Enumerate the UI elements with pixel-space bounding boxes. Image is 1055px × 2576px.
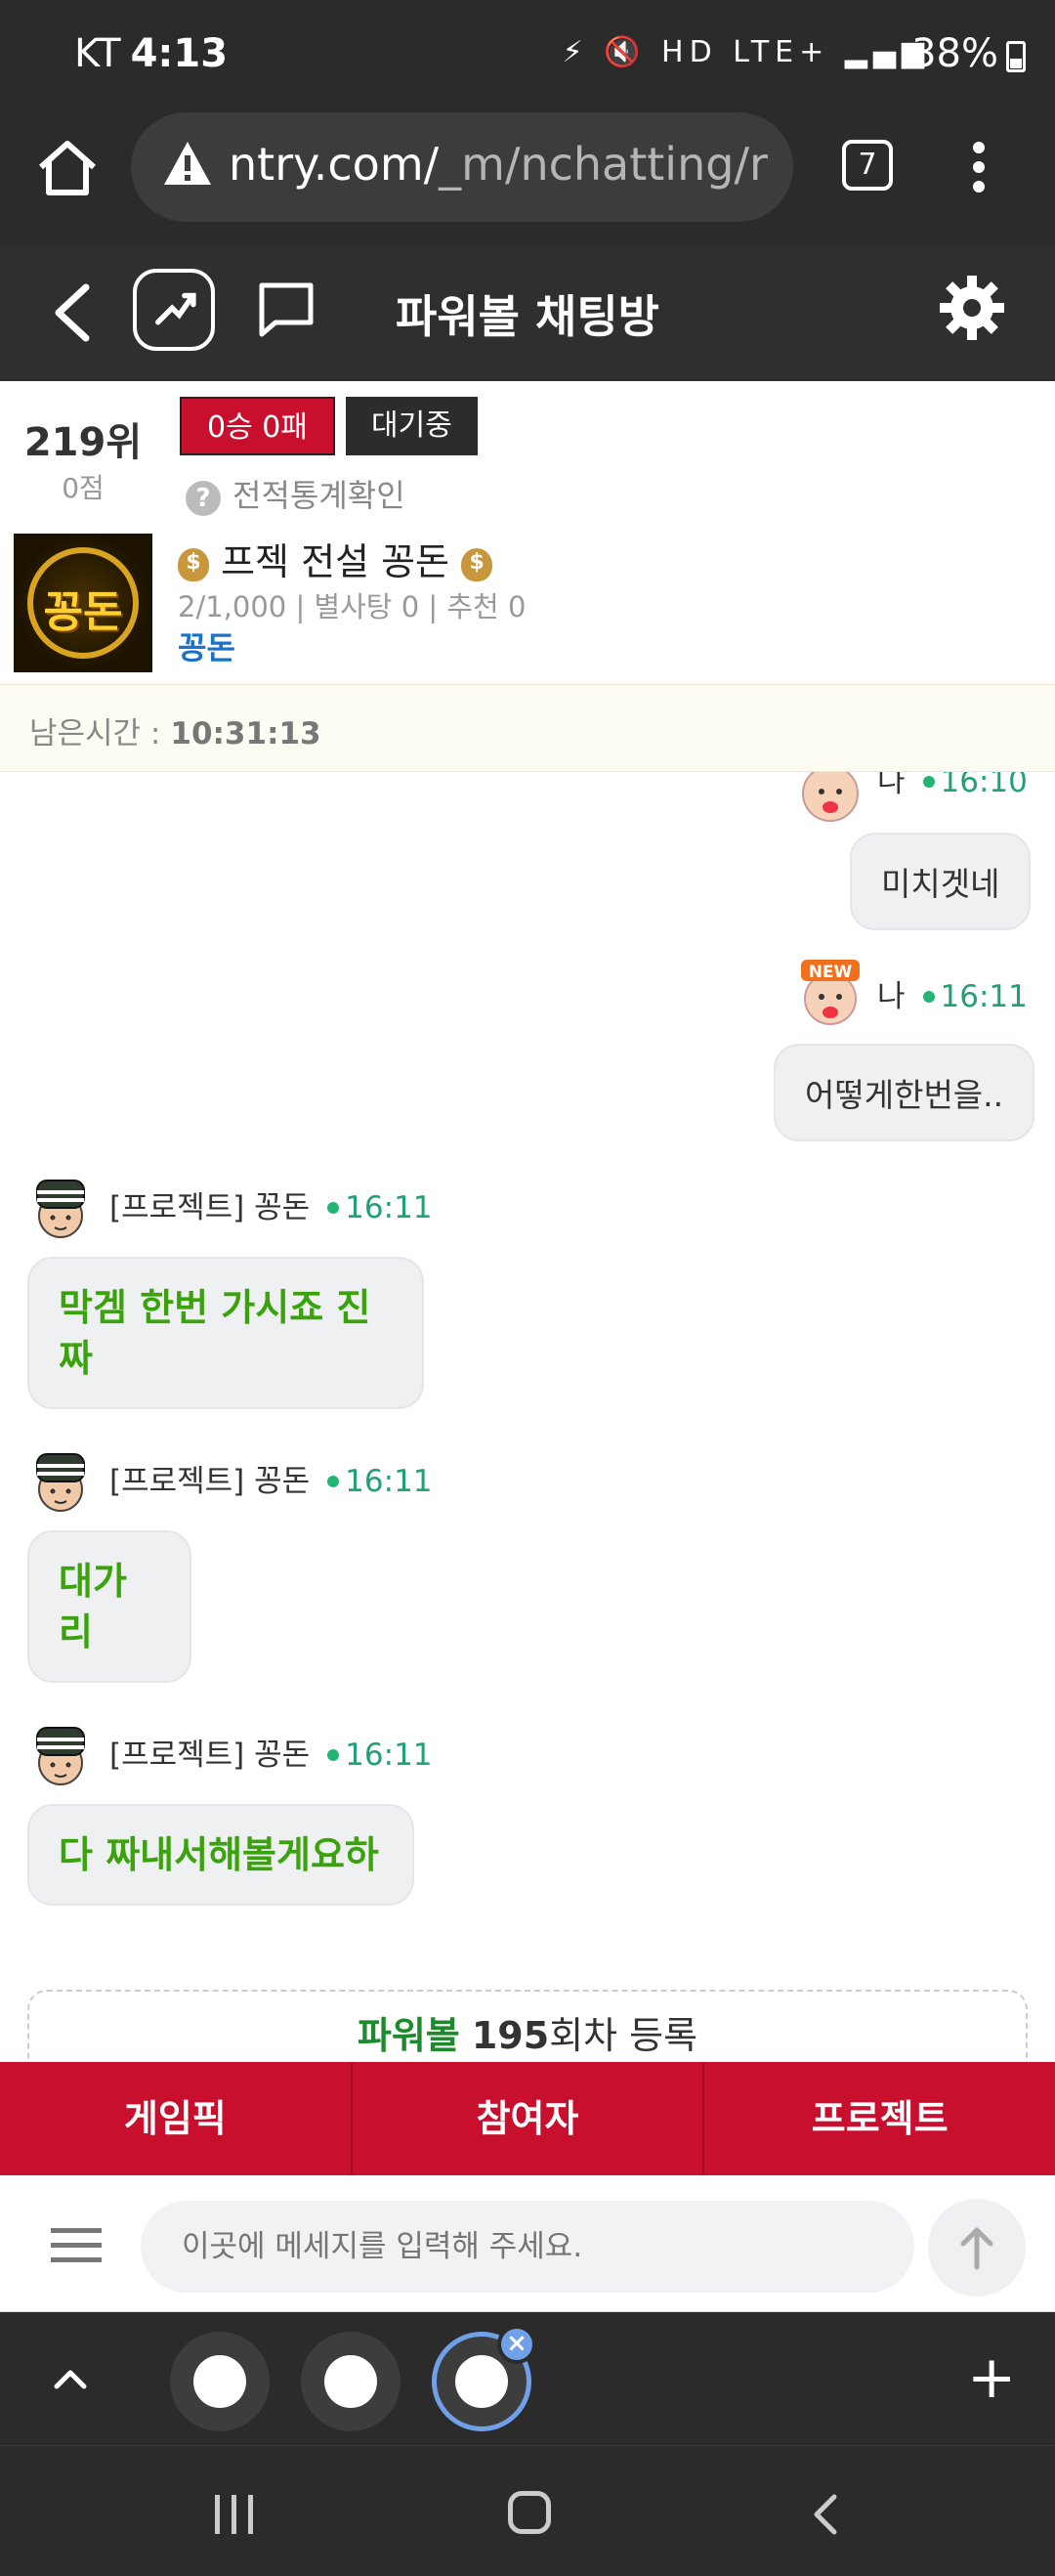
clock: 4:13 [130, 31, 229, 76]
battery-icon [1006, 41, 1026, 72]
tab-switcher-button[interactable]: 7 [842, 140, 893, 191]
chat-messages[interactable]: 나 16:10 미치겟네 NEW 나 16:11 어떻게한번을.. [프로젝트] 꽁… [0, 772, 1055, 2062]
register-round: 195 [471, 2014, 550, 2057]
help-icon: ? [186, 481, 221, 516]
money-bag-icon [178, 547, 209, 581]
message-time: 16:10 [940, 772, 1028, 799]
url-path: _m/nchatting/r [439, 138, 768, 191]
room-avatar[interactable]: 꽁돈 [14, 534, 152, 672]
timer-value: 10:31:13 [170, 716, 321, 751]
room-profile: 219위 0점 0승 0패 대기중 ? 전적통계확인 꽁돈 프젝 전설 꽁돈 2/… [0, 381, 1055, 686]
message-composer [0, 2175, 1055, 2312]
message-header: [프로젝트] 꽁돈 16:11 [109, 1456, 433, 1500]
browser-tab-thumbnail[interactable] [170, 2332, 270, 2431]
message-sender: [프로젝트] 꽁돈 [109, 1190, 311, 1225]
record-badge: 0승 0패 [180, 397, 335, 455]
home-icon[interactable] [33, 134, 102, 202]
warning-icon[interactable] [162, 140, 213, 187]
user-points: 0점 [62, 472, 105, 504]
room-meta: 2/1,000 | 별사탕 0 | 추천 0 [178, 590, 527, 623]
new-tab-plus-icon[interactable]: + [967, 2348, 1016, 2407]
register-suffix: 회차 등록 [549, 2014, 698, 2057]
message-header: 나 16:11 [877, 971, 1028, 1015]
round-register-notice: 파워볼 195회차 등록 [27, 1990, 1028, 2068]
message-bubble: 대가리 [27, 1530, 191, 1683]
browser-tab-thumbnail-active[interactable]: × [432, 2325, 536, 2431]
timer-label: 남은시간 : [29, 716, 161, 751]
avatar-text: 꽁돈 [43, 587, 123, 637]
close-tab-icon[interactable]: × [497, 2325, 536, 2364]
stats-link[interactable]: ? 전적통계확인 [186, 471, 405, 516]
chevron-up-icon[interactable] [51, 2359, 90, 2398]
room-name: 프젝 전설 꽁돈 [178, 532, 493, 585]
remaining-time-bar: 남은시간 : 10:31:13 [0, 684, 1055, 772]
message-bubble: 어떻게한번을.. [774, 1044, 1035, 1141]
message-time: 16:11 [345, 1190, 433, 1225]
message-input[interactable] [141, 2201, 914, 2293]
user-rank: 219위 [23, 420, 143, 465]
home-nav-icon[interactable] [508, 2491, 551, 2534]
message-header: 나 16:10 [877, 772, 1028, 800]
room-owner-link[interactable]: 꽁돈 [178, 623, 235, 668]
tab-project[interactable]: 프로젝트 [704, 2062, 1055, 2175]
new-user-face-icon: NEW [801, 960, 860, 1025]
message-bubble: 다 짜내서해볼게요하 [27, 1804, 414, 1906]
hamburger-menu-icon[interactable] [51, 2228, 102, 2272]
back-nav-icon[interactable] [807, 2493, 842, 2536]
browser-tab-thumbnail[interactable] [301, 2332, 401, 2431]
browser-tab-strip: × + [0, 2312, 1055, 2445]
message-time: 16:11 [940, 979, 1028, 1014]
message-time: 16:11 [345, 1738, 433, 1773]
message-time: 16:11 [345, 1464, 433, 1499]
stats-link-label: 전적통계확인 [232, 477, 405, 514]
soldier-face-icon [36, 1727, 85, 1785]
soldier-face-icon [36, 1453, 85, 1512]
url-host: ntry.com/ [229, 138, 440, 191]
user-face-icon [802, 772, 859, 822]
message-bubble: 막겜 한번 가시죠 진짜 [27, 1257, 424, 1409]
message-sender: 나 [877, 979, 906, 1014]
more-menu-icon[interactable] [965, 138, 992, 196]
gear-icon[interactable] [938, 274, 1006, 342]
register-game: 파워볼 [357, 2014, 460, 2057]
bottom-tab-bar: 게임픽 참여자 프로젝트 [0, 2062, 1055, 2175]
soldier-face-icon [36, 1180, 85, 1238]
recents-icon[interactable] [215, 2495, 265, 2538]
url-text: ntry.com/_m/nchatting/r [229, 138, 768, 191]
tab-participants[interactable]: 참여자 [353, 2062, 705, 2175]
svg-text:NEW: NEW [809, 963, 853, 982]
browser-toolbar: ntry.com/_m/nchatting/r 7 [0, 112, 1055, 244]
system-icons: ⚡ 🔇 HD LTE+ ▂▄▆ [562, 35, 930, 69]
carrier-and-clock: KT 4:13 [74, 31, 228, 76]
send-arrow-icon[interactable] [928, 2199, 1026, 2297]
message-sender: 나 [877, 772, 906, 799]
message-bubble: 미치겟네 [850, 833, 1032, 930]
system-nav-bar [0, 2445, 1055, 2576]
message-header: [프로젝트] 꽁돈 16:11 [109, 1182, 433, 1226]
battery-percent: 38% [911, 31, 998, 76]
url-bar[interactable]: ntry.com/_m/nchatting/r [131, 112, 793, 222]
message-sender: [프로젝트] 꽁돈 [109, 1464, 311, 1499]
tab-game-pick[interactable]: 게임픽 [0, 2062, 353, 2175]
carrier: KT [74, 31, 121, 76]
message-header: [프로젝트] 꽁돈 16:11 [109, 1730, 433, 1774]
message-sender: [프로젝트] 꽁돈 [109, 1738, 311, 1773]
status-badge: 대기중 [346, 397, 478, 455]
room-name-text: 프젝 전설 꽁돈 [221, 540, 450, 583]
status-bar: KT 4:13 ⚡ 🔇 HD LTE+ ▂▄▆ 38% [0, 0, 1055, 112]
page-title: 파워볼 채팅방 [396, 290, 659, 343]
app-header: 파워볼 채팅방 [0, 244, 1055, 381]
money-bag-icon [461, 547, 493, 581]
